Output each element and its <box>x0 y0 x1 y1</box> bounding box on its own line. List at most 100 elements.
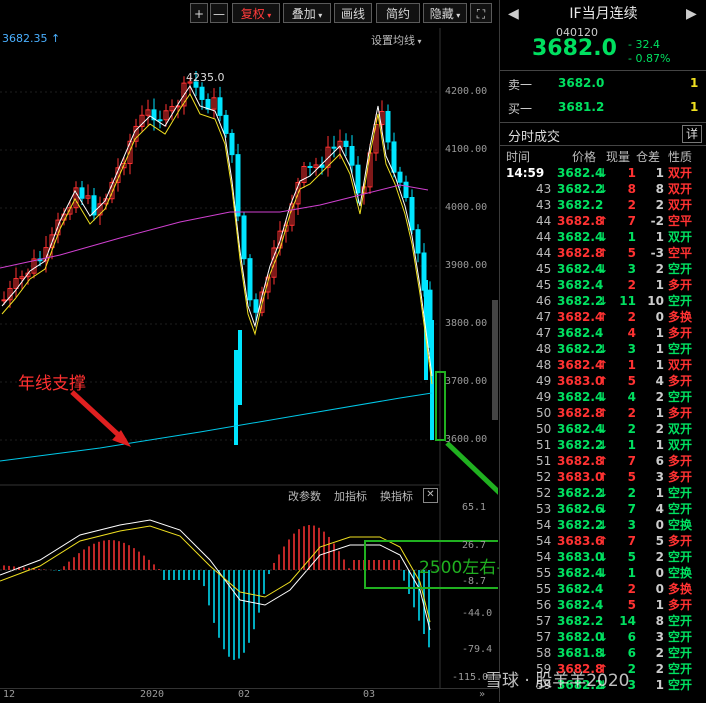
tick-oi-change: 2 <box>655 662 664 676</box>
tick-oi-change: 0 <box>655 518 664 532</box>
tick-price: 3682.4 <box>557 310 604 324</box>
tick-volume: 5 <box>627 598 636 612</box>
tick-row: 54 3682.2 ↓ 3 0 空换 <box>500 517 706 533</box>
tick-time: 51 <box>536 454 552 468</box>
ma-year-line <box>0 392 433 462</box>
tick-price: 3682.0 <box>557 630 604 644</box>
tick-price: 3682.4 <box>557 390 604 404</box>
tick-row: 55 3682.4 ↓ 1 0 空换 <box>500 565 706 581</box>
tick-volume: 5 <box>627 470 636 484</box>
chart-scrollbar[interactable] <box>492 300 498 420</box>
y-tick: 4200.00 <box>445 86 488 97</box>
arrow-down-icon: ↓ <box>598 342 609 356</box>
tick-volume: 7 <box>627 454 636 468</box>
arrow-up-icon: ↑ <box>598 310 609 324</box>
divider <box>500 145 706 146</box>
tick-time: 50 <box>536 422 552 436</box>
candle-body <box>241 215 247 260</box>
tick-time: 44 <box>536 246 552 260</box>
tick-price: 3682.4 <box>557 230 604 244</box>
candle-body <box>1 299 7 302</box>
tick-nature: 双开 <box>668 438 693 452</box>
kline-chart[interactable] <box>0 0 498 702</box>
x-tick: 03 <box>363 689 376 700</box>
support-arrow <box>70 390 127 443</box>
tick-nature: 空换 <box>668 566 693 580</box>
tick-volume: 2 <box>627 310 636 324</box>
add-indicator-button[interactable]: 加指标 <box>334 488 367 504</box>
tick-nature: 多开 <box>668 374 693 388</box>
tick-nature: 空开 <box>668 630 693 644</box>
tick-nature: 双开 <box>668 198 693 212</box>
chart-area[interactable]: + — 复权 ▾ 叠加 ▾ 画线 简约 隐藏 ▾ ⛶ 3682.35 ↑ 设置均… <box>0 0 530 702</box>
candle-body <box>238 330 242 405</box>
candle-body <box>403 181 409 198</box>
tick-nature: 多开 <box>668 598 693 612</box>
col-price: 价格 <box>572 150 597 164</box>
arrow-up-icon: ↑ <box>598 470 609 484</box>
ticks-list[interactable]: 14:59 3682.4 ↓ 1 1 双开 43 3682.2 ↓ 8 8 双开 43 3682.2 2 2 双… <box>500 165 706 702</box>
ask-qty: 1 <box>690 76 699 90</box>
tick-volume: 1 <box>627 438 636 452</box>
tick-oi-change: 2 <box>655 390 664 404</box>
tick-time: 53 <box>536 502 552 516</box>
close-icon[interactable]: ✕ <box>423 488 438 503</box>
tick-price: 3682.4 <box>557 598 604 612</box>
candle-body <box>79 187 85 199</box>
tick-nature: 多开 <box>668 278 693 292</box>
candle-body <box>157 119 163 122</box>
tick-time: 45 <box>536 262 552 276</box>
tick-price: 3682.4 <box>557 262 604 276</box>
change-params-button[interactable]: 改参数 <box>288 488 321 504</box>
tick-row: 50 3682.8 ↑ 2 1 多开 <box>500 405 706 421</box>
arrow-down-icon: ↓ <box>598 550 609 564</box>
arrow-down-icon: ↓ <box>598 438 609 452</box>
tick-volume: 2 <box>627 486 636 500</box>
tick-nature: 双开 <box>668 422 693 436</box>
detail-button[interactable]: 详 <box>682 125 702 143</box>
tick-time: 44 <box>536 230 552 244</box>
tick-time: 56 <box>536 598 552 612</box>
tick-oi-change: -2 <box>650 214 664 228</box>
arrow-down-icon: ↓ <box>598 390 609 404</box>
tick-row: 50 3682.4 ↓ 2 2 双开 <box>500 421 706 437</box>
tick-row: 57 3682.2 14 8 空开 <box>500 613 706 629</box>
tick-volume: 14 <box>619 614 636 628</box>
tick-time: 14:59 <box>506 166 545 180</box>
tick-nature: 空开 <box>668 486 693 500</box>
tick-price: 3683.0 <box>557 470 604 484</box>
tick-oi-change: 2 <box>655 646 664 660</box>
tick-price: 3682.4 <box>557 358 604 372</box>
candle-body <box>217 97 223 116</box>
y-tick: 3800.00 <box>445 318 488 329</box>
macd-tick: -44.0 <box>462 608 493 619</box>
tick-price: 3682.4 <box>557 278 604 292</box>
tick-volume: 6 <box>627 630 636 644</box>
switch-indicator-button[interactable]: 换指标 <box>380 488 413 504</box>
tick-price: 3682.2 <box>557 198 604 212</box>
tick-nature: 多开 <box>668 406 693 420</box>
tick-price: 3682.4 <box>557 166 604 180</box>
tick-row: 56 3682.4 5 1 多开 <box>500 597 706 613</box>
candle-body <box>391 141 397 173</box>
tick-price: 3682.8 <box>557 454 604 468</box>
tick-row: 58 3681.8 ↓ 6 2 空开 <box>500 645 706 661</box>
candle-body <box>307 165 313 168</box>
tick-time: 54 <box>536 518 552 532</box>
tick-nature: 双开 <box>668 358 693 372</box>
contract-name: IF当月连续 <box>569 6 638 22</box>
tick-price: 3682.8 <box>557 214 604 228</box>
tick-oi-change: 2 <box>655 422 664 436</box>
tick-volume: 5 <box>627 550 636 564</box>
tick-row: 52 3683.0 ↑ 5 3 多开 <box>500 469 706 485</box>
tick-price: 3682.2 <box>557 486 604 500</box>
tick-row: 52 3682.2 ↓ 2 1 空开 <box>500 485 706 501</box>
tick-nature: 空平 <box>668 246 693 260</box>
tick-nature: 多换 <box>668 582 693 596</box>
macd-tick: 26.7 <box>462 540 487 551</box>
tick-nature: 空开 <box>668 390 693 404</box>
tick-nature: 空平 <box>668 214 693 228</box>
tick-price: 3682.2 <box>557 182 604 196</box>
divider <box>500 70 706 71</box>
tick-oi-change: 10 <box>647 294 664 308</box>
